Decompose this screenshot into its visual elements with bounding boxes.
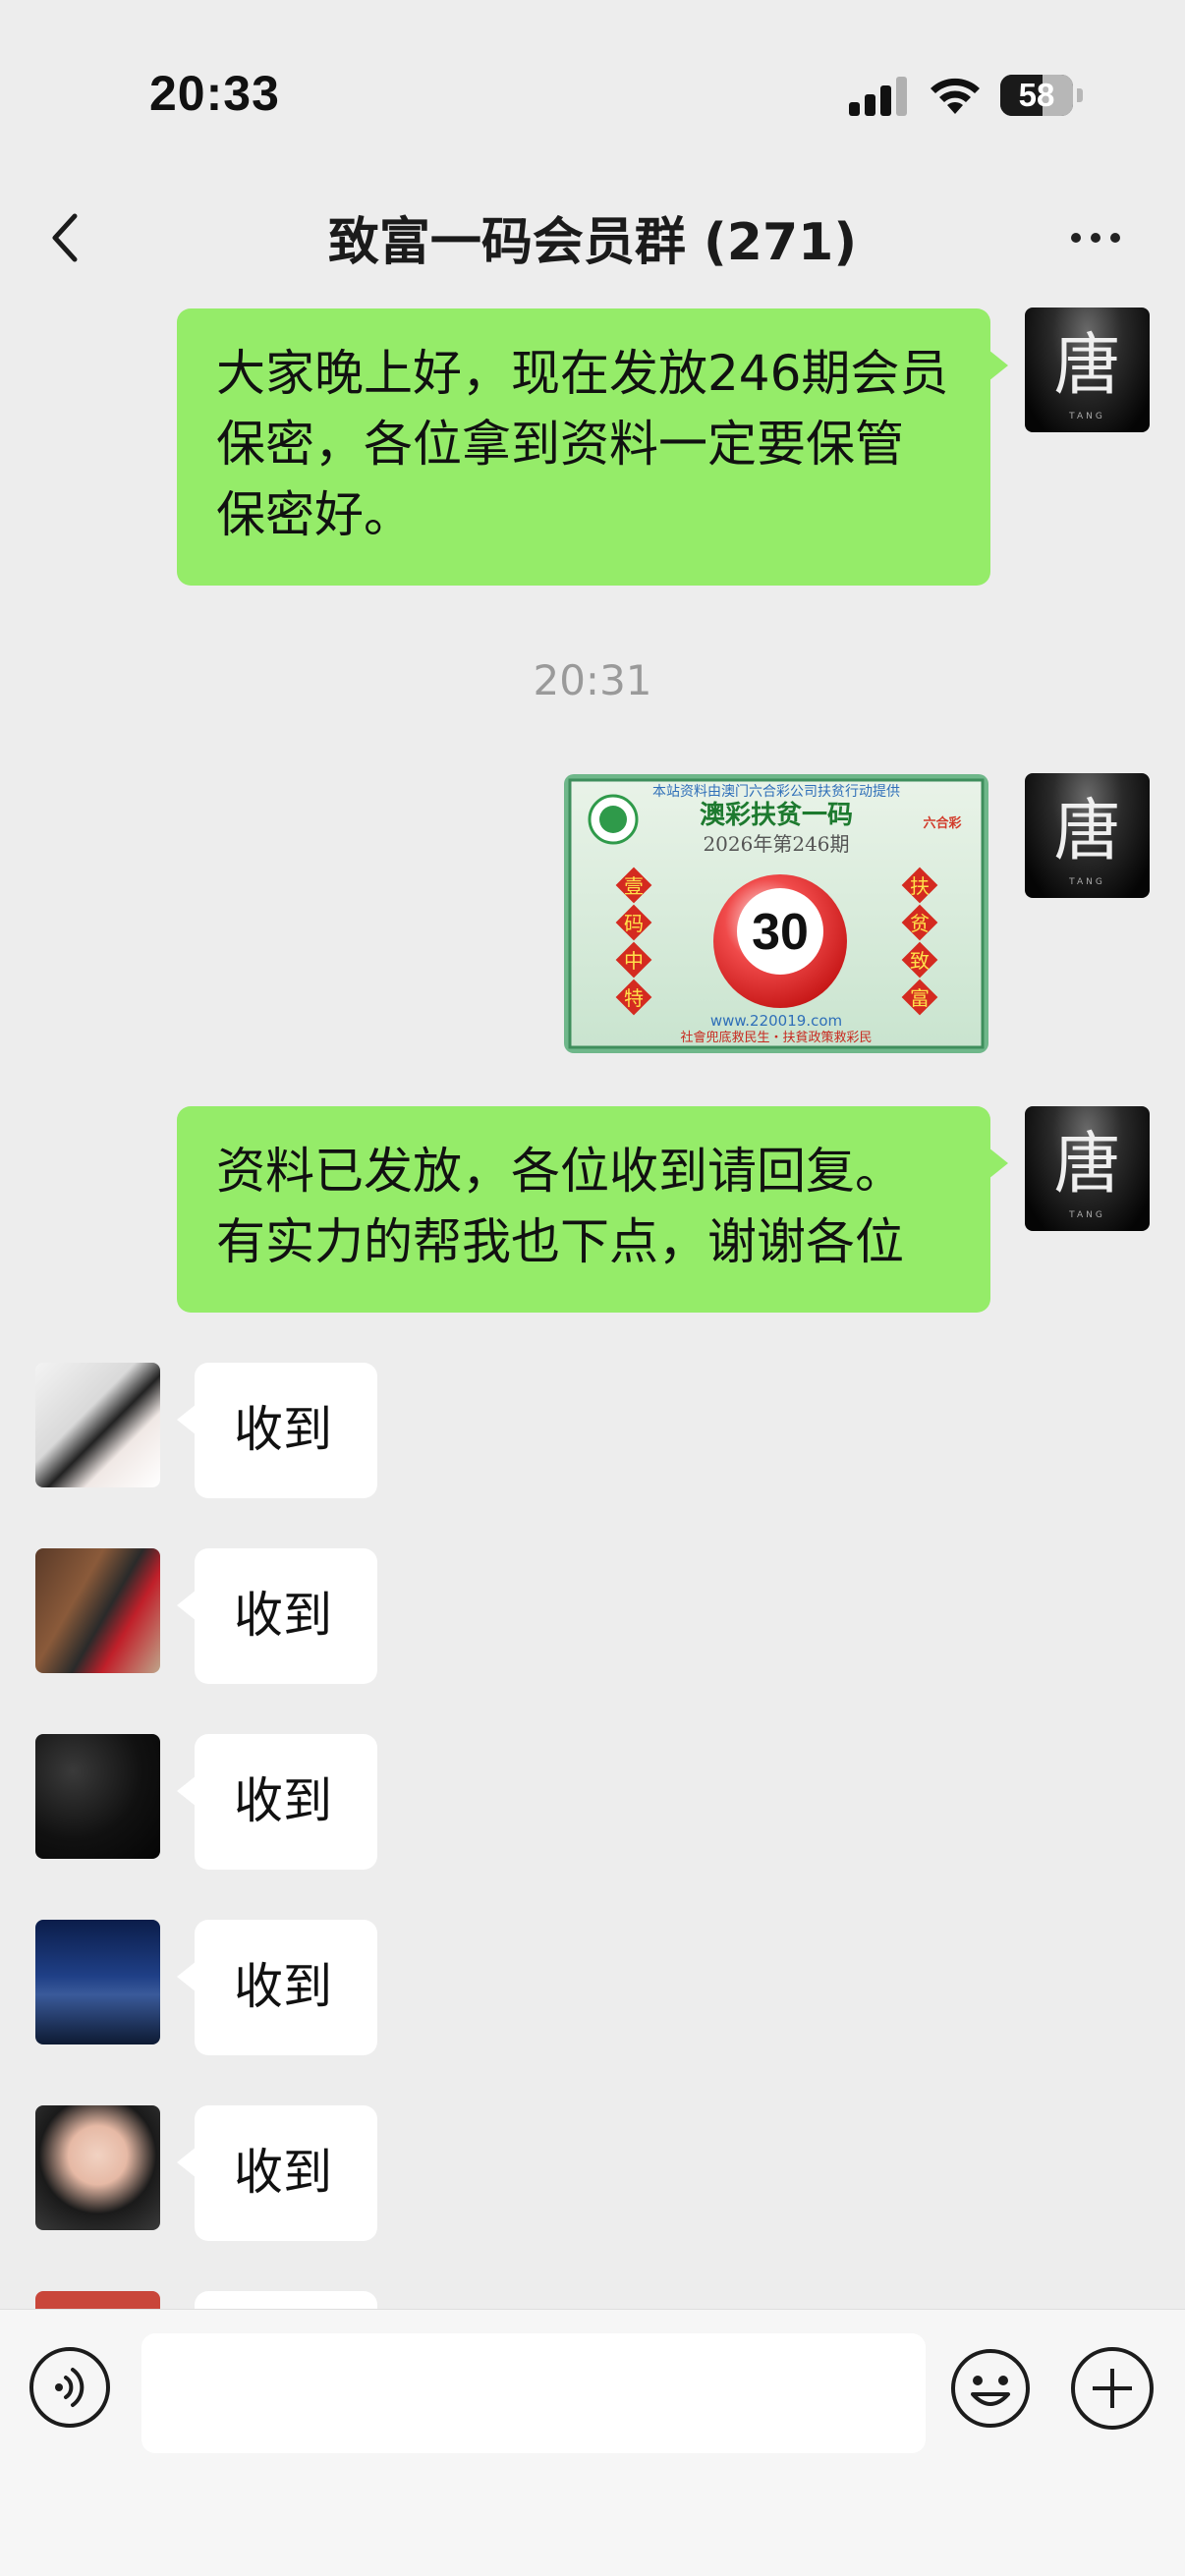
member-avatar[interactable]: [35, 1734, 160, 1859]
cellular-signal-icon: [849, 75, 908, 116]
svg-text:特: 特: [624, 986, 644, 1010]
sender-avatar[interactable]: 唐 TANG: [1025, 773, 1150, 898]
sender-avatar[interactable]: 唐 TANG: [1025, 308, 1150, 432]
member-avatar[interactable]: [35, 1920, 160, 2044]
received-message-bubble[interactable]: 收到: [177, 1548, 377, 1684]
chevron-left-icon: [52, 213, 78, 262]
lottery-image: 本站资料由澳门六合彩公司扶贫行动提供 澳彩扶贫一码 2026年第246期 六合彩…: [564, 774, 988, 1053]
svg-text:码: 码: [624, 912, 644, 935]
svg-text:六合彩: 六合彩: [923, 815, 961, 831]
received-message-bubble[interactable]: [195, 2291, 377, 2309]
sent-message-bubble[interactable]: 大家晚上好，现在发放246期会员保密，各位拿到资料一定要保管保密好。: [177, 308, 1008, 586]
svg-text:www.220019.com: www.220019.com: [710, 1012, 842, 1030]
emoji-icon: [951, 2349, 1030, 2428]
svg-text:本站资料由澳门六合彩公司扶贫行动提供: 本站资料由澳门六合彩公司扶贫行动提供: [652, 784, 900, 800]
svg-text:贫: 贫: [910, 912, 930, 935]
message-text: 资料已发放，各位收到请回复。有实力的帮我也下点，谢谢各位: [216, 1143, 904, 1270]
svg-text:富: 富: [910, 986, 930, 1010]
received-message-bubble[interactable]: 收到: [177, 1920, 377, 2055]
voice-input-button[interactable]: [29, 2347, 110, 2428]
voice-icon: [55, 2368, 85, 2407]
svg-text:中: 中: [624, 949, 644, 973]
member-avatar[interactable]: [35, 1363, 160, 1487]
emoji-button[interactable]: [949, 2347, 1032, 2430]
svg-text:扶: 扶: [910, 874, 930, 898]
received-message-bubble[interactable]: 收到: [177, 2105, 377, 2241]
message-text: 收到: [234, 1772, 332, 1829]
add-attachment-button[interactable]: [1071, 2347, 1154, 2430]
lottery-image-message[interactable]: 本站资料由澳门六合彩公司扶贫行动提供 澳彩扶贫一码 2026年第246期 六合彩…: [564, 774, 988, 1053]
received-message-bubble[interactable]: 收到: [177, 1734, 377, 1870]
status-bar: 20:33 58: [0, 0, 1185, 187]
battery-icon: 58: [1000, 75, 1083, 116]
svg-text:2026年第246期: 2026年第246期: [703, 832, 849, 856]
status-time: 20:33: [149, 66, 280, 121]
sender-avatar[interactable]: 唐 TANG: [1025, 1106, 1150, 1231]
svg-text:壹: 壹: [624, 874, 644, 898]
svg-text:30: 30: [752, 904, 809, 961]
received-message-bubble[interactable]: 收到: [177, 1363, 377, 1498]
svg-text:社會兜底救民生・扶貧政策救彩民: 社會兜底救民生・扶貧政策救彩民: [680, 1030, 872, 1045]
chat-title: 致富一码会员群 (271): [327, 213, 858, 272]
more-options-button[interactable]: [1061, 206, 1130, 265]
message-text: 收到: [234, 1401, 332, 1458]
member-avatar[interactable]: [35, 2291, 160, 2309]
member-avatar[interactable]: [35, 2105, 160, 2230]
sent-message-bubble[interactable]: 资料已发放，各位收到请回复。有实力的帮我也下点，谢谢各位: [177, 1106, 1008, 1313]
message-text: 收到: [234, 1958, 332, 2015]
chat-header: 致富一码会员群 (271): [0, 187, 1185, 285]
message-text: 大家晚上好，现在发放246期会员保密，各位拿到资料一定要保管保密好。: [216, 345, 949, 543]
member-avatar[interactable]: [35, 1548, 160, 1673]
message-timestamp: 20:31: [533, 656, 652, 704]
message-text: 收到: [234, 2144, 332, 2201]
chat-input-bar: [0, 2309, 1185, 2576]
svg-text:致: 致: [910, 949, 930, 973]
back-button[interactable]: [39, 202, 98, 271]
message-input[interactable]: [141, 2333, 926, 2453]
battery-level: 58: [1018, 77, 1055, 113]
message-text: 收到: [234, 1587, 332, 1644]
wifi-icon: [931, 78, 980, 114]
svg-text:澳彩扶贫一码: 澳彩扶贫一码: [700, 800, 853, 830]
